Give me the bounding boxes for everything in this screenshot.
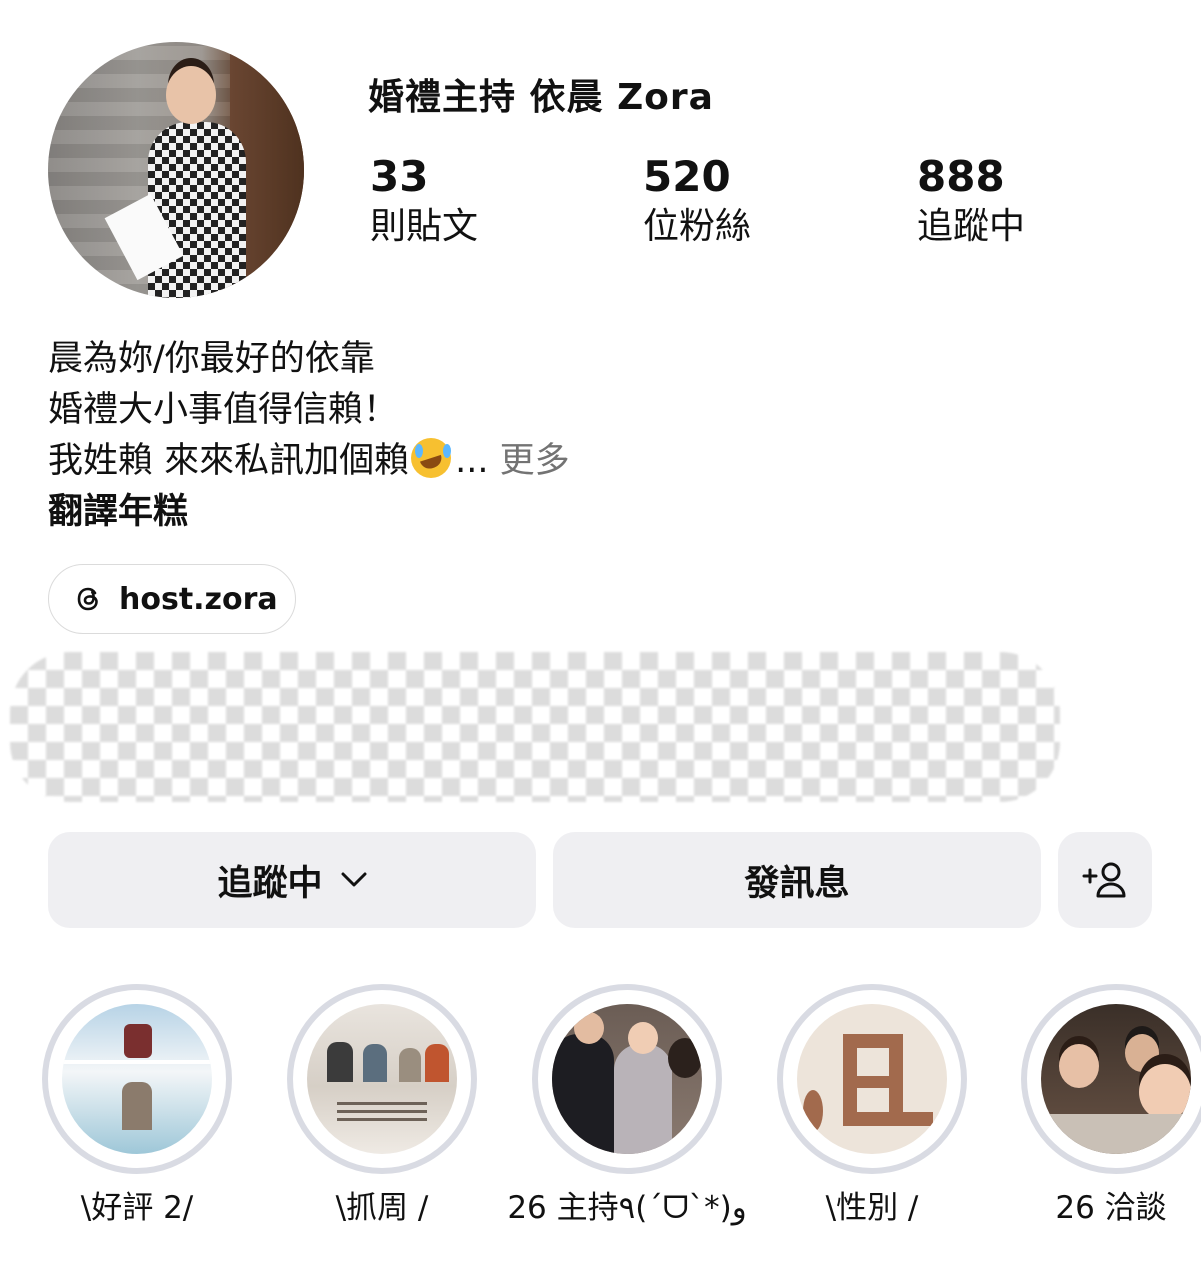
highlight-5[interactable] [1021,984,1201,1174]
add-person-button[interactable] [1058,832,1152,928]
stat-posts[interactable]: 33 則貼文 [370,150,478,250]
highlight-1[interactable] [42,984,232,1174]
message-button-label: 發訊息 [744,863,850,904]
rolling-laughing-emoji-icon [411,438,452,478]
chevron-down-icon [341,872,366,887]
profile-avatar[interactable] [48,42,304,298]
highlight-1-cover [62,1004,212,1154]
highlight-1-label: \好評 2/ [80,1190,194,1226]
stat-followers-count: 520 [643,152,731,201]
highlight-3[interactable] [532,984,722,1174]
bio-line-3-text: 我姓賴 來來私訊加個賴 [48,441,410,481]
add-person-icon [1082,862,1126,898]
bio-ellipsis: ... [455,441,489,481]
highlight-2-cover [307,1004,457,1154]
profile-bio: 晨為妳/你最好的依靠 婚禮大小事值得信賴！ 我姓賴 來來私訊加個賴... 更多 … [48,334,570,538]
highlight-4-label: \性別 / [825,1190,919,1226]
bio-more-link[interactable]: 更多 [500,441,570,481]
threads-icon [77,587,98,611]
translate-link[interactable]: 翻譯年糕 [48,487,570,538]
highlight-5-cover [1041,1004,1191,1154]
threads-handle: host.zora [119,581,278,617]
highlight-3-cover [552,1004,702,1154]
highlight-2[interactable] [287,984,477,1174]
threads-link-chip[interactable]: host.zora [48,564,296,634]
stat-following[interactable]: 888 追蹤中 [917,150,1025,250]
message-button[interactable]: 發訊息 [553,832,1041,928]
highlight-4[interactable] [777,984,967,1174]
avatar-photo-person [148,122,246,298]
bio-line-2: 婚禮大小事值得信賴！ [48,390,399,430]
bio-line-3: 我姓賴 來來私訊加個賴... 更多 [48,436,570,487]
bio-line-1: 晨為妳/你最好的依靠 [48,339,375,379]
redacted-area [10,652,1060,802]
profile-name: 婚禮主持 依晨 Zora [368,77,714,118]
following-button-label: 追蹤中 [217,863,323,904]
stat-followers-label: 位粉絲 [643,206,752,247]
stat-followers[interactable]: 520 位粉絲 [643,150,751,250]
highlight-2-label: \抓周 / [335,1190,429,1226]
stat-following-label: 追蹤中 [917,206,1026,247]
highlight-3-label: 26 主持٩(ˊᗜˋ*)و [507,1190,747,1226]
highlight-4-cover [797,1004,947,1154]
stat-posts-count: 33 [370,152,429,201]
stat-following-count: 888 [917,152,1005,201]
stat-posts-label: 則貼文 [370,206,479,247]
avatar-photo-face [166,66,216,124]
following-button[interactable]: 追蹤中 [48,832,536,928]
highlight-5-label: 26 洽談 [1055,1190,1167,1226]
